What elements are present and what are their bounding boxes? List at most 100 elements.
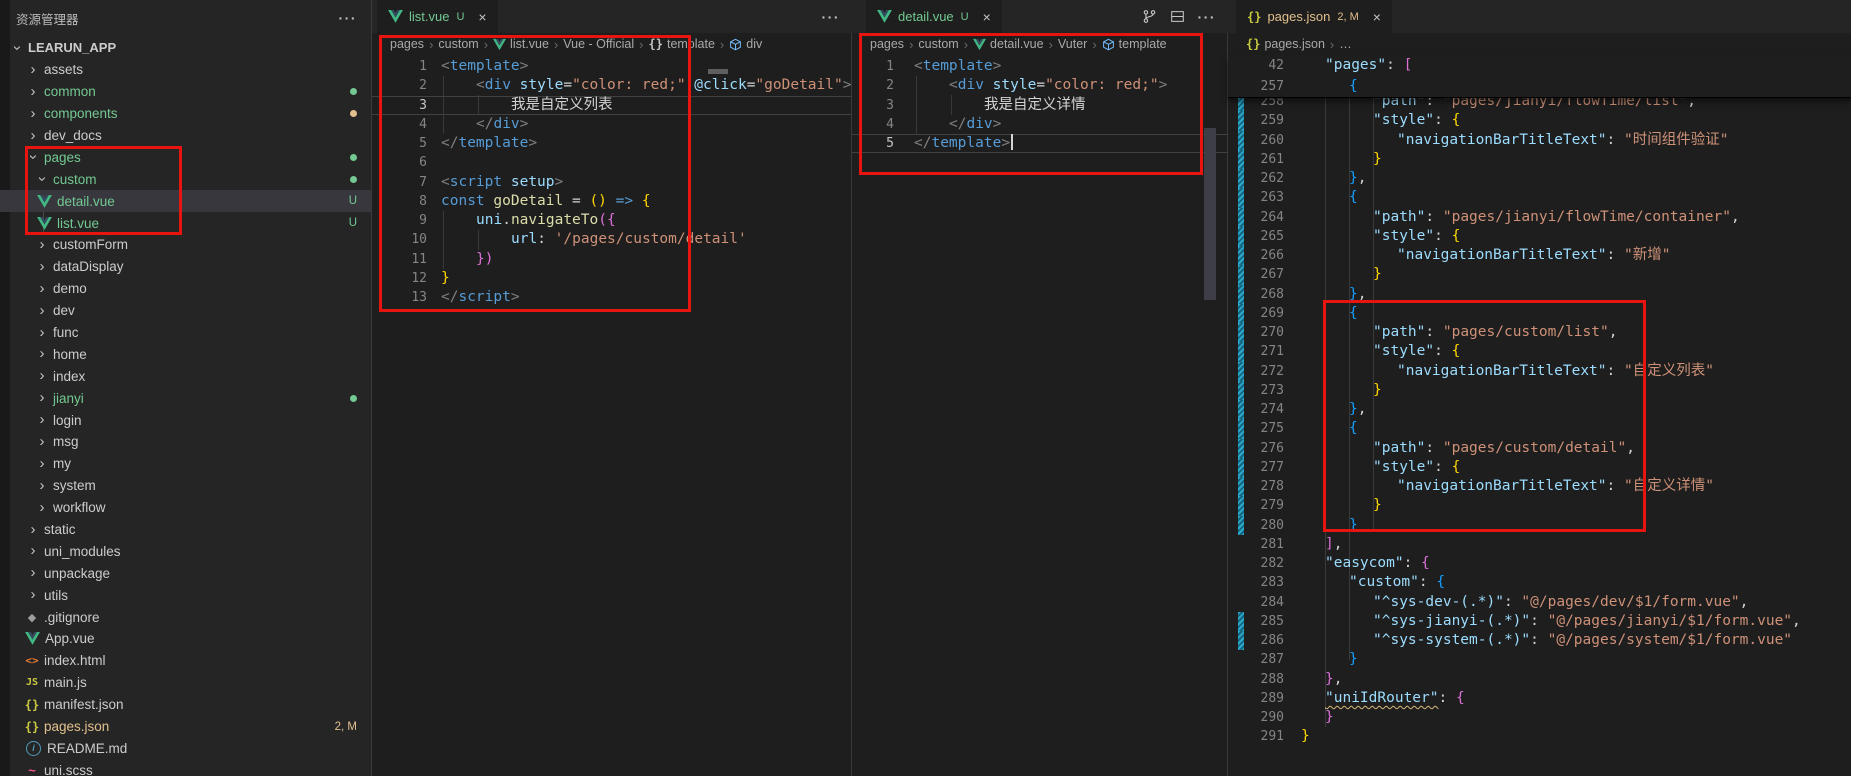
- tree-item-static[interactable]: ›static: [0, 519, 371, 541]
- tree-item-pages.json[interactable]: {}pages.json2, M: [0, 716, 371, 738]
- code-line-269[interactable]: 269{: [1228, 304, 1851, 323]
- code-line-263[interactable]: 263{: [1228, 188, 1851, 207]
- tree-item-dataDisplay[interactable]: ›dataDisplay: [0, 256, 371, 278]
- tree-item-common[interactable]: ›common: [0, 81, 371, 103]
- breadcrumb-item[interactable]: {}pages.json: [1246, 37, 1325, 51]
- tree-item-my[interactable]: ›my: [0, 453, 371, 475]
- breadcrumb-item[interactable]: custom: [438, 37, 478, 51]
- code-line-287[interactable]: 287}: [1228, 650, 1851, 669]
- code-line-8[interactable]: 8const goDetail = () => {: [372, 192, 852, 211]
- tree-item-components[interactable]: ›components: [0, 103, 371, 125]
- code-line-4[interactable]: 4</div>: [852, 115, 1228, 134]
- code-line-275[interactable]: 275{: [1228, 419, 1851, 438]
- code-line-2[interactable]: 2<div style="color: red;" @click="goDeta…: [372, 76, 852, 95]
- code-line-5[interactable]: 5</template>: [372, 134, 852, 153]
- code-line-4[interactable]: 4</div>: [372, 115, 852, 134]
- tree-item-main.js[interactable]: JSmain.js: [0, 672, 371, 694]
- code-line-285[interactable]: 285"^sys-jianyi-(.*)": "@/pages/jianyi/$…: [1228, 612, 1851, 631]
- tree-item-demo[interactable]: ›demo: [0, 278, 371, 300]
- code-line-259[interactable]: 259"style": {: [1228, 111, 1851, 130]
- more-action[interactable]: ···: [822, 9, 841, 25]
- code-line-257[interactable]: 257{: [1228, 76, 1851, 97]
- tree-item-README.md[interactable]: iREADME.md: [0, 738, 371, 760]
- code-line-284[interactable]: 284"^sys-dev-(.*)": "@/pages/dev/$1/form…: [1228, 593, 1851, 612]
- code-line-286[interactable]: 286"^sys-system-(.*)": "@/pages/system/$…: [1228, 631, 1851, 650]
- code-line-272[interactable]: 272"navigationBarTitleText": "自定义列表": [1228, 362, 1851, 381]
- code-line-2[interactable]: 2<div style="color: red;">: [852, 76, 1228, 95]
- breadcrumb-item[interactable]: Vuter: [1058, 37, 1087, 51]
- code-line-3[interactable]: 3我是自定义列表: [372, 96, 852, 115]
- code-line-280[interactable]: 280}: [1228, 516, 1851, 535]
- code-line-289[interactable]: 289"uniIdRouter": {: [1228, 689, 1851, 708]
- code-line-283[interactable]: 283"custom": {: [1228, 573, 1851, 592]
- code-line-273[interactable]: 273}: [1228, 381, 1851, 400]
- code-line-277[interactable]: 277"style": {: [1228, 458, 1851, 477]
- tree-item-unpackage[interactable]: ›unpackage: [0, 562, 371, 584]
- code-line-267[interactable]: 267}: [1228, 265, 1851, 284]
- code-line-11[interactable]: 11}): [372, 250, 852, 269]
- breadcrumb-item[interactable]: list.vue: [493, 37, 549, 51]
- more-actions-icon[interactable]: ···: [339, 10, 358, 26]
- breadcrumb-item[interactable]: template: [1102, 37, 1167, 51]
- code-line-268[interactable]: 268},: [1228, 285, 1851, 304]
- breadcrumb-item[interactable]: div: [729, 37, 762, 51]
- tree-item-workflow[interactable]: ›workflow: [0, 497, 371, 519]
- close-icon[interactable]: ×: [1373, 9, 1381, 25]
- close-icon[interactable]: ×: [983, 9, 991, 25]
- breadcrumb-item[interactable]: custom: [918, 37, 958, 51]
- close-icon[interactable]: ×: [478, 9, 486, 25]
- tree-item-customForm[interactable]: ›customForm: [0, 234, 371, 256]
- tree-item-manifest.json[interactable]: {}manifest.json: [0, 694, 371, 716]
- code-line-12[interactable]: 12}: [372, 269, 852, 288]
- code-line-261[interactable]: 261}: [1228, 150, 1851, 169]
- breadcrumb-item[interactable]: pages: [870, 37, 904, 51]
- code-line-1[interactable]: 1<template>: [372, 57, 852, 76]
- code-line-270[interactable]: 270"path": "pages/custom/list",: [1228, 323, 1851, 342]
- breadcrumb-item[interactable]: …: [1339, 37, 1352, 51]
- code-line-278[interactable]: 278"navigationBarTitleText": "自定义详情": [1228, 477, 1851, 496]
- tree-item-LEARUN_APP[interactable]: ›LEARUN_APP: [0, 37, 371, 59]
- breadcrumb-item[interactable]: {}template: [649, 37, 715, 51]
- breadcrumb-item[interactable]: Vue - Official: [563, 37, 634, 51]
- tree-item-.gitignore[interactable]: ◆.gitignore: [0, 606, 371, 628]
- tab-list.vue[interactable]: list.vueU×: [377, 0, 498, 33]
- tree-item-pages[interactable]: ›pages: [0, 146, 371, 168]
- code-line-265[interactable]: 265"style": {: [1228, 227, 1851, 246]
- tree-item-func[interactable]: ›func: [0, 322, 371, 344]
- code-line-3[interactable]: 3我是自定义详情: [852, 96, 1228, 115]
- tree-item-system[interactable]: ›system: [0, 475, 371, 497]
- code-line-7[interactable]: 7<script setup>: [372, 173, 852, 192]
- tree-item-custom[interactable]: ›custom: [0, 168, 371, 190]
- tab-pages.json[interactable]: {}pages.json2, M×: [1236, 0, 1392, 33]
- code-line-290[interactable]: 290}: [1228, 708, 1851, 727]
- code-line-260[interactable]: 260"navigationBarTitleText": "时间组件验证": [1228, 131, 1851, 150]
- code-line-266[interactable]: 266"navigationBarTitleText": "新增": [1228, 246, 1851, 265]
- code-area-pages-json[interactable]: 258"path": "pages/jianyi/flowTime/list",…: [1228, 92, 1851, 747]
- tree-item-dev_docs[interactable]: ›dev_docs: [0, 125, 371, 147]
- code-area-list-vue[interactable]: 1<template>2<div style="color: red;" @cl…: [372, 57, 852, 307]
- scrollbar-thumb[interactable]: [1204, 128, 1216, 300]
- tree-item-index[interactable]: ›index: [0, 365, 371, 387]
- compare-action[interactable]: [1142, 9, 1157, 24]
- tree-item-dev[interactable]: ›dev: [0, 300, 371, 322]
- code-line-276[interactable]: 276"path": "pages/custom/detail",: [1228, 439, 1851, 458]
- tree-item-utils[interactable]: ›utils: [0, 584, 371, 606]
- code-line-262[interactable]: 262},: [1228, 169, 1851, 188]
- code-line-281[interactable]: 281],: [1228, 535, 1851, 554]
- code-line-42[interactable]: 42"pages": [: [1228, 55, 1851, 76]
- code-line-1[interactable]: 1<template>: [852, 57, 1228, 76]
- tree-item-jianyi[interactable]: ›jianyi: [0, 387, 371, 409]
- code-line-9[interactable]: 9uni.navigateTo({: [372, 211, 852, 230]
- breadcrumb-item[interactable]: pages: [390, 37, 424, 51]
- breadcrumb-item[interactable]: detail.vue: [973, 37, 1044, 51]
- tree-item-uni.scss[interactable]: ~uni.scss: [0, 759, 371, 776]
- code-line-282[interactable]: 282"easycom": {: [1228, 554, 1851, 573]
- tree-item-list.vue[interactable]: list.vueU: [0, 212, 371, 234]
- split-action[interactable]: [1170, 9, 1185, 24]
- code-line-274[interactable]: 274},: [1228, 400, 1851, 419]
- tree-item-detail.vue[interactable]: detail.vueU: [0, 190, 371, 212]
- tree-item-uni_modules[interactable]: ›uni_modules: [0, 540, 371, 562]
- code-line-13[interactable]: 13</script>: [372, 288, 852, 307]
- code-line-5[interactable]: 5</template>: [852, 134, 1228, 153]
- tree-item-assets[interactable]: ›assets: [0, 59, 371, 81]
